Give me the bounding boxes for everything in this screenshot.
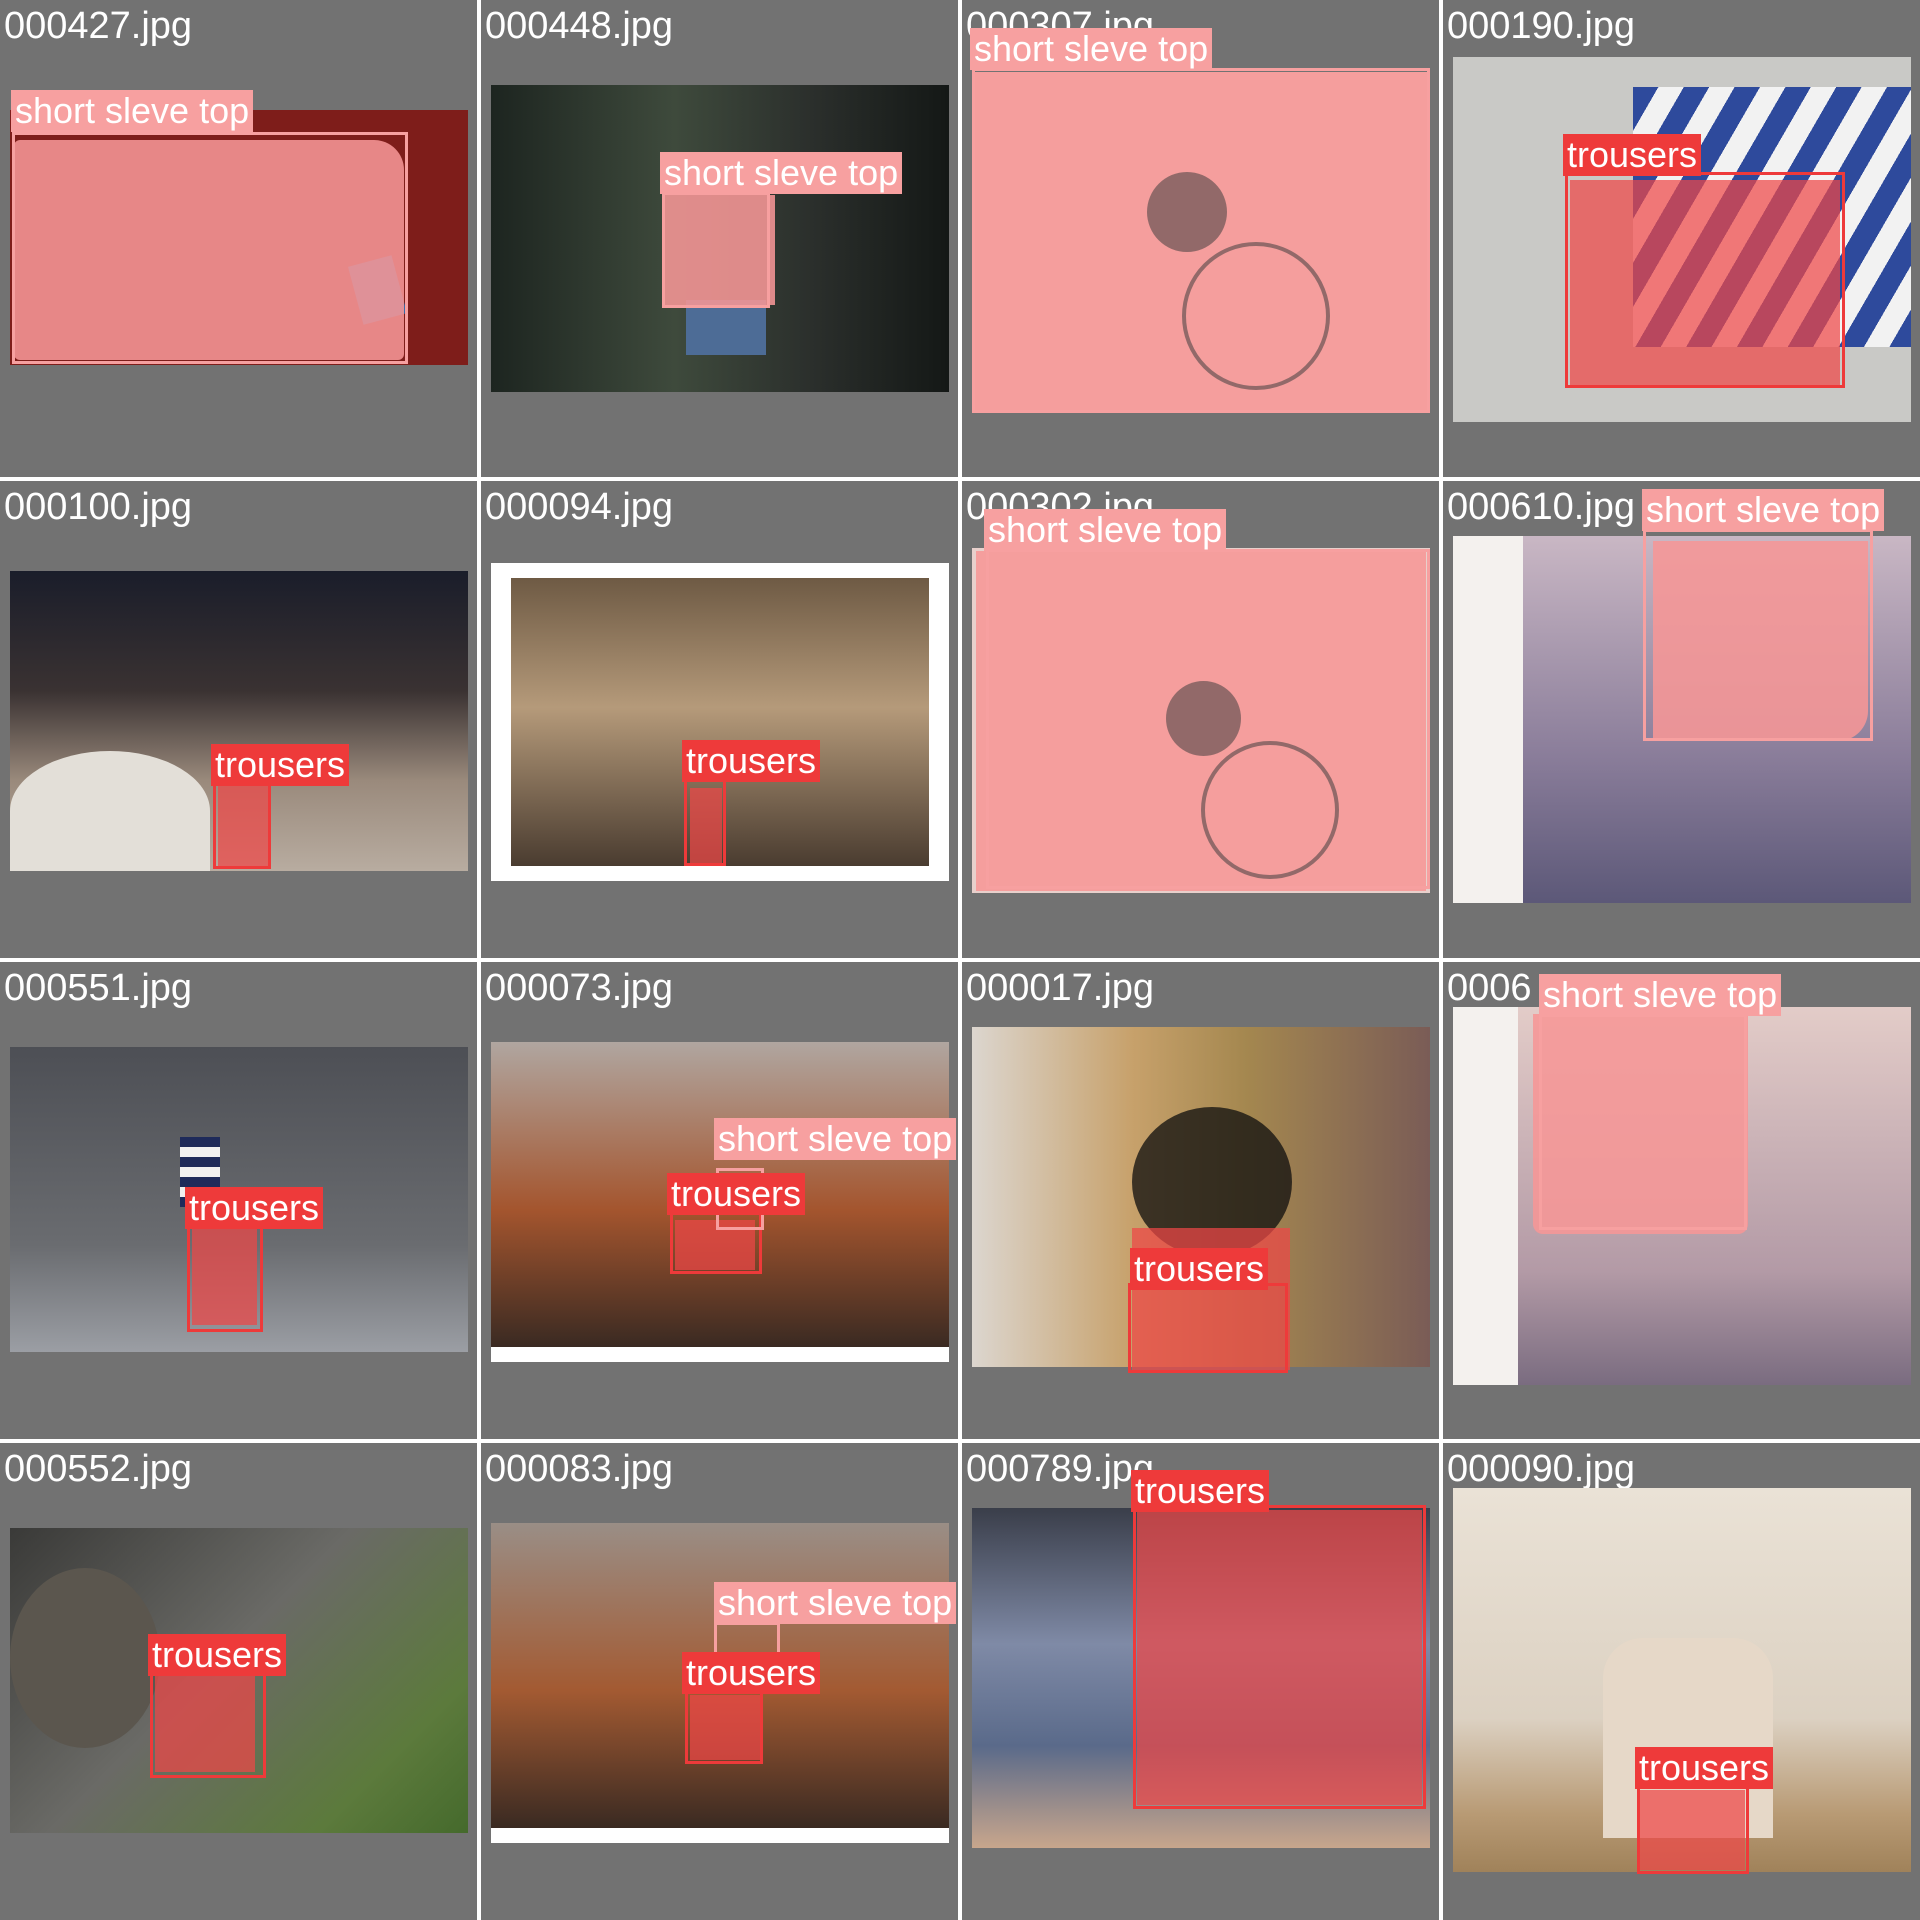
bounding-box (150, 1670, 266, 1778)
class-label: short sleve top (1539, 974, 1782, 1016)
table (10, 1568, 160, 1748)
class-label: short sleve top (970, 28, 1213, 70)
class-label: trousers (1635, 1747, 1774, 1789)
bounding-box (986, 549, 1430, 889)
tile-filename: 000100.jpg (4, 486, 193, 528)
class-label: trousers (1130, 1248, 1269, 1290)
tile-filename: 000789.jpg (966, 1448, 1155, 1490)
tile-filename: 000083.jpg (485, 1448, 674, 1490)
class-label: trousers (667, 1173, 806, 1215)
tile-filename: 000552.jpg (4, 1448, 193, 1490)
denim-shorts (686, 300, 766, 355)
tile[interactable]: 000094.jpg trousers (481, 481, 958, 958)
class-label: short sleve top (11, 90, 254, 132)
bounding-box (1539, 1014, 1747, 1230)
image-grid: 000427.jpg short sleve top 000448.jpg sh… (0, 0, 1920, 1920)
tile[interactable]: 000789.jpg trousers (962, 1443, 1439, 1920)
class-label: short sleve top (1642, 489, 1885, 531)
tile-filename: 0006 (1447, 967, 1532, 1009)
tile-filename: 000448.jpg (485, 5, 674, 47)
tile[interactable]: 000427.jpg short sleve top (0, 0, 477, 477)
class-label: trousers (148, 1634, 287, 1676)
tile[interactable]: 000302.jpg short sleve top (962, 481, 1439, 958)
bounding-box (972, 68, 1430, 413)
class-label: trousers (185, 1187, 324, 1229)
bounding-box (12, 132, 408, 364)
bounding-box (684, 776, 726, 866)
bounding-box (1637, 1786, 1749, 1874)
bounding-box (1643, 529, 1873, 741)
tile[interactable]: 000090.jpg trousers (1443, 1443, 1920, 1920)
tile-filename: 000427.jpg (4, 5, 193, 47)
tile[interactable]: 000448.jpg short sleve top (481, 0, 958, 477)
tile[interactable]: 000017.jpg trousers (962, 962, 1439, 1439)
table (10, 751, 210, 871)
tile[interactable]: 0006 short sleve top (1443, 962, 1920, 1439)
tile-filename: 000551.jpg (4, 967, 193, 1009)
tile[interactable]: 000610.jpg short sleve top (1443, 481, 1920, 958)
class-label: trousers (1563, 134, 1702, 176)
tile-filename: 000610.jpg (1447, 486, 1636, 528)
class-label: short sleve top (984, 509, 1227, 551)
tile-filename: 000073.jpg (485, 967, 674, 1009)
class-label: trousers (682, 1652, 821, 1694)
bounding-box (662, 192, 770, 308)
bounding-box (1128, 1283, 1288, 1373)
bounding-box (1565, 172, 1845, 388)
bounding-box (187, 1218, 263, 1332)
class-label: short sleve top (714, 1118, 957, 1160)
tile[interactable]: 000083.jpg short sleve top trousers (481, 1443, 958, 1920)
tile-filename: 000090.jpg (1447, 1448, 1636, 1490)
tile[interactable]: 000552.jpg trousers (0, 1443, 477, 1920)
class-label: trousers (211, 744, 350, 786)
tile[interactable]: 000307.jpg short sleve top (962, 0, 1439, 477)
bounding-box (1133, 1505, 1426, 1809)
tile[interactable]: 000100.jpg trousers (0, 481, 477, 958)
tile-filename: 000094.jpg (485, 486, 674, 528)
tile[interactable]: 000190.jpg trousers (1443, 0, 1920, 477)
tile[interactable]: 000073.jpg short sleve top trousers (481, 962, 958, 1439)
class-label: short sleve top (660, 152, 903, 194)
class-label: short sleve top (714, 1582, 957, 1624)
tile[interactable]: 000551.jpg trousers (0, 962, 477, 1439)
tile-filename: 000190.jpg (1447, 5, 1636, 47)
class-label: trousers (1131, 1470, 1270, 1512)
tile-filename: 000017.jpg (966, 967, 1155, 1009)
class-label: trousers (682, 740, 821, 782)
bounding-box (685, 1690, 763, 1764)
